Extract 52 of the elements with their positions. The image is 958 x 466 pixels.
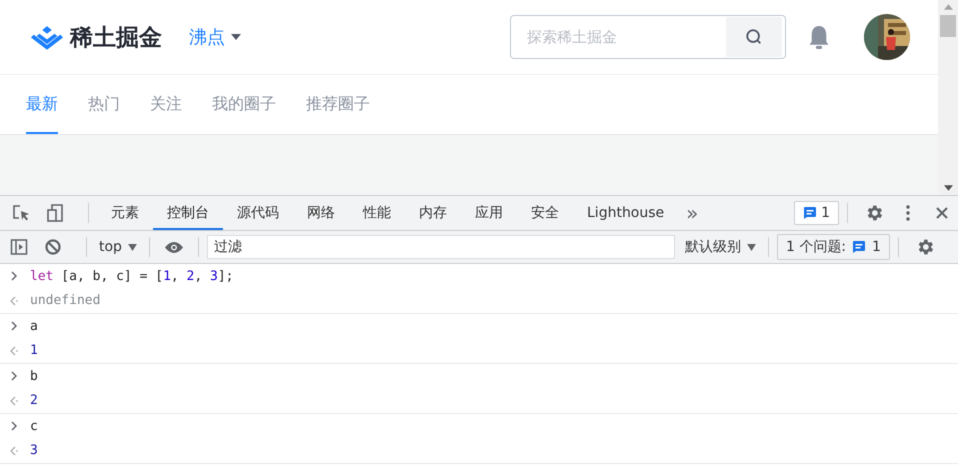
issues-button[interactable]: 1 个问题: 1 xyxy=(776,234,890,260)
devtools-tab[interactable]: 元素 xyxy=(97,196,153,230)
message-icon xyxy=(852,240,866,254)
issues-badge[interactable]: 1 xyxy=(794,201,839,225)
inspect-icon[interactable] xyxy=(12,204,30,222)
devtools-tab[interactable]: 源代码 xyxy=(223,196,293,230)
input-prompt-icon xyxy=(10,271,18,282)
devtools-tab[interactable]: 安全 xyxy=(517,196,573,230)
input-prompt-icon xyxy=(10,371,18,382)
input-prompt-icon xyxy=(10,421,18,432)
search-icon xyxy=(745,28,763,46)
console-input-text: b xyxy=(30,368,38,384)
clear-icon[interactable] xyxy=(44,238,62,256)
levels-dropdown[interactable]: 默认级别 xyxy=(680,238,760,256)
console-output-text: 2 xyxy=(30,393,38,408)
caret-icon xyxy=(746,244,756,250)
search-button[interactable] xyxy=(726,17,782,57)
console-output-text: undefined xyxy=(30,293,100,308)
search-bar[interactable]: 探索稀土掘金 xyxy=(510,15,786,59)
console-input-text: let [a, b, c] = [1, 2, 3]; xyxy=(30,268,234,284)
more-menu-icon[interactable] xyxy=(906,205,910,221)
input-prompt-icon xyxy=(10,321,18,332)
caret-icon xyxy=(231,34,241,40)
result-prompt-icon xyxy=(10,346,18,356)
context-dropdown[interactable]: top xyxy=(95,239,141,255)
device-icon[interactable] xyxy=(46,204,64,222)
console-input-text: a xyxy=(30,318,38,334)
devtools-tab[interactable]: 应用 xyxy=(461,196,517,230)
scroll-down-icon[interactable] xyxy=(944,185,952,191)
console-output-text: 3 xyxy=(30,443,38,458)
more-tabs-button[interactable]: » xyxy=(678,201,706,225)
close-icon[interactable] xyxy=(936,207,948,219)
logo-text[interactable]: 稀土掘金 xyxy=(70,22,162,52)
caret-icon xyxy=(128,244,137,250)
sidebar-icon[interactable] xyxy=(10,238,28,256)
console-output-text: 1 xyxy=(30,343,38,358)
filter-field[interactable]: 过滤 xyxy=(206,235,675,259)
eye-icon[interactable] xyxy=(164,240,184,254)
devtools-tab[interactable]: 内存 xyxy=(405,196,461,230)
result-prompt-icon xyxy=(10,446,18,456)
devtools-tab[interactable]: 性能 xyxy=(349,196,405,230)
message-icon xyxy=(803,206,818,220)
devtools-tab[interactable]: Lighthouse xyxy=(573,196,678,230)
logo-icon[interactable] xyxy=(30,24,64,50)
devtools-tab[interactable]: 网络 xyxy=(293,196,349,230)
result-prompt-icon xyxy=(10,296,18,306)
console-input-text: c xyxy=(30,418,38,434)
result-prompt-icon xyxy=(10,396,18,406)
scrollbar[interactable] xyxy=(938,0,958,195)
menu-dropdown[interactable]: 沸点 xyxy=(189,25,241,49)
bell-icon[interactable] xyxy=(808,24,830,50)
scroll-thumb[interactable] xyxy=(940,15,956,37)
